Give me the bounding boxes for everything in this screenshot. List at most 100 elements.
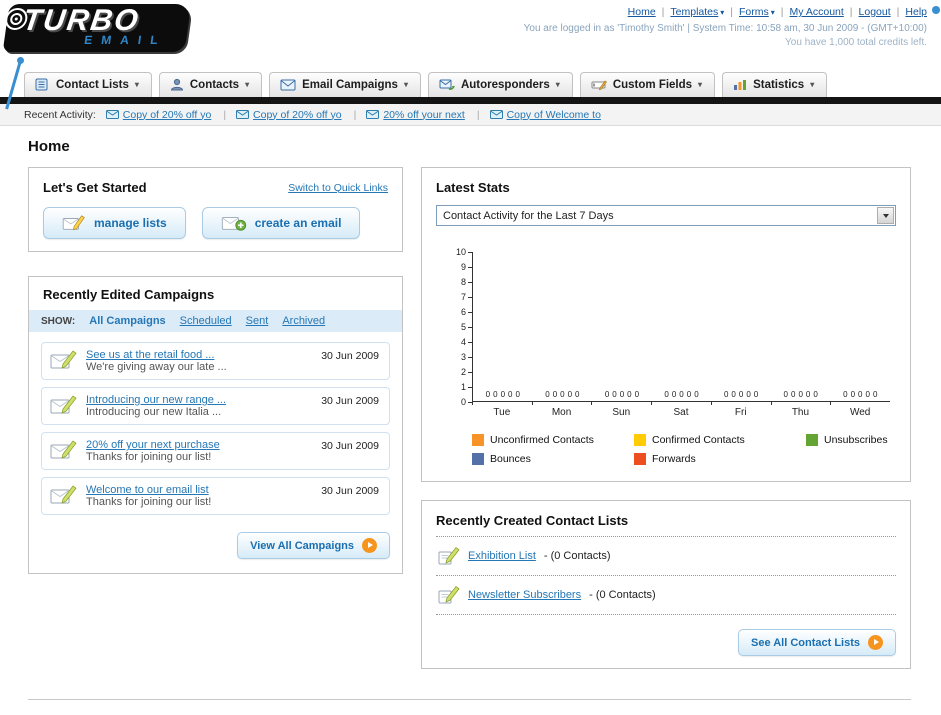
link-forms[interactable]: Forms — [739, 6, 769, 18]
switch-to-quick-links[interactable]: Switch to Quick Links — [288, 182, 388, 194]
top-header: TURBO EMAIL Home Templates ▾ Forms ▾ My Accou… — [0, 0, 941, 110]
filter-scheduled[interactable]: Scheduled — [180, 315, 232, 327]
tab-custom-fields[interactable]: Custom Fields ▾ — [579, 72, 716, 97]
campaign-title-link[interactable]: See us at the retail food ... — [86, 349, 227, 361]
bar-value-group: 00000 — [604, 390, 640, 399]
turbo-email-logo[interactable]: TURBO EMAIL — [2, 4, 192, 110]
contact-list-row: Newsletter Subscribers - (0 Contacts) — [436, 576, 896, 615]
campaign-subtitle: We're giving away our late ... — [86, 361, 227, 373]
pencil-envelope-icon — [62, 214, 86, 232]
tab-autoresponders[interactable]: Autoresponders ▾ — [427, 72, 573, 97]
separator — [891, 6, 906, 18]
campaign-date: 30 Jun 2009 — [321, 350, 379, 362]
stats-period-value: Contact Activity for the Last 7 Days — [443, 209, 614, 222]
view-all-campaigns-label: View All Campaigns — [250, 539, 354, 552]
campaign-subtitle: Thanks for joining our list! — [86, 496, 212, 508]
filter-all-campaigns[interactable]: All Campaigns — [89, 315, 165, 327]
contact-list-link[interactable]: Exhibition List — [468, 550, 536, 562]
pencil-list-icon — [438, 546, 460, 566]
bar-value-group: 00000 — [545, 390, 580, 399]
legend-swatch — [634, 434, 646, 446]
x-axis-label: Fri — [710, 402, 771, 418]
tab-label: Email Campaigns — [302, 78, 398, 91]
chart-x-labels: Tue Mon Sun Sat Fri Thu Wed — [472, 402, 890, 418]
envelope-icon — [105, 110, 119, 119]
bar-value-group: 00000 — [485, 390, 520, 399]
y-axis-tick: 0 — [461, 397, 472, 407]
recent-activity-item: Copy of 20% off yo — [105, 109, 226, 121]
y-axis-tick: 7 — [461, 292, 472, 302]
recent-activity-link[interactable]: 20% off your next — [383, 109, 465, 121]
legend-label: Unsubscribes — [824, 434, 888, 446]
campaign-title-link[interactable]: Introducing our new range ... — [86, 394, 226, 406]
tab-label: Custom Fields — [612, 78, 693, 91]
show-label: SHOW: — [41, 315, 76, 327]
tab-email-campaigns[interactable]: Email Campaigns ▾ — [269, 72, 421, 97]
y-axis-tick: 8 — [461, 277, 472, 287]
envelope-icon — [236, 110, 250, 119]
tab-contacts[interactable]: Contacts ▾ — [158, 72, 263, 97]
contact-list-link[interactable]: Newsletter Subscribers — [468, 589, 581, 601]
y-axis-tick: 10 — [456, 247, 472, 257]
x-axis-label: Sun — [591, 402, 651, 418]
see-all-contact-lists-button[interactable]: See All Contact Lists — [737, 629, 896, 656]
link-home[interactable]: Home — [628, 6, 656, 18]
stats-period-select[interactable]: Contact Activity for the Last 7 Days — [436, 205, 896, 226]
manage-lists-label: manage lists — [94, 216, 167, 230]
envelope-icon — [489, 110, 503, 119]
separator — [656, 6, 671, 18]
y-axis-tick: 5 — [461, 322, 472, 332]
arrow-right-icon — [362, 538, 377, 553]
login-status-text: You are logged in as 'Timothy Smith' | S… — [523, 23, 927, 34]
recent-campaigns-title: Recently Edited Campaigns — [43, 287, 215, 302]
separator — [346, 109, 357, 121]
corner-dot-decoration — [932, 6, 940, 14]
filter-sent[interactable]: Sent — [246, 315, 269, 327]
legend-swatch — [472, 453, 484, 465]
recent-campaigns-panel: Recently Edited Campaigns SHOW: All Camp… — [28, 276, 403, 574]
x-axis-label: Wed — [830, 402, 890, 418]
create-email-button[interactable]: create an email — [201, 207, 361, 239]
manage-lists-button[interactable]: manage lists — [43, 207, 186, 239]
campaign-row: 20% off your next purchase Thanks for jo… — [41, 432, 390, 470]
legend-label: Confirmed Contacts — [652, 434, 745, 446]
legend-swatch — [634, 453, 646, 465]
campaign-filter-bar: SHOW: All Campaigns Scheduled Sent Archi… — [29, 310, 402, 332]
legend-item-unsubscribes: Unsubscribes — [806, 434, 896, 446]
campaign-subtitle: Introducing our new Italia ... — [86, 406, 222, 418]
custom-fields-icon — [591, 79, 607, 91]
get-started-title: Let's Get Started — [43, 180, 147, 195]
tab-contact-lists[interactable]: Contact Lists ▾ — [24, 72, 152, 97]
tab-statistics[interactable]: Statistics ▾ — [722, 72, 828, 97]
campaign-title-link[interactable]: Welcome to our email list — [86, 484, 211, 496]
campaign-envelope-pencil-icon — [50, 349, 78, 373]
envelope-plus-icon — [221, 214, 247, 232]
recent-activity-link[interactable]: Copy of 20% off yo — [253, 109, 342, 121]
logo-box: TURBO EMAIL — [2, 4, 192, 53]
recent-activity-item: 20% off your next — [366, 109, 479, 121]
campaign-row: See us at the retail food ... We're givi… — [41, 342, 390, 380]
contact-activity-chart: 10 9 8 7 6 5 4 3 2 1 0 000000000000000000000000000… — [446, 247, 890, 418]
campaign-date: 30 Jun 2009 — [321, 485, 379, 497]
link-logout[interactable]: Logout — [859, 6, 891, 18]
recent-activity-link[interactable]: Copy of Welcome to — [507, 109, 601, 121]
view-all-campaigns-button[interactable]: View All Campaigns — [237, 532, 390, 559]
filter-archived[interactable]: Archived — [282, 315, 325, 327]
campaign-date: 30 Jun 2009 — [321, 395, 379, 407]
top-utility-nav: HomeTemplates▾Forms▾My AccountLogoutHelp — [524, 6, 927, 18]
contact-lists-icon — [35, 78, 50, 91]
bar-value-group: 00000 — [723, 390, 759, 399]
link-my-account[interactable]: My Account — [790, 6, 844, 18]
campaign-date: 30 Jun 2009 — [321, 440, 379, 452]
chart-plot-area: 00000 00000 00000 00000 00000 00000 00000 — [472, 252, 890, 402]
link-help[interactable]: Help — [905, 6, 927, 18]
link-templates[interactable]: Templates — [670, 6, 718, 18]
campaign-title-link[interactable]: 20% off your next purchase — [86, 439, 220, 451]
recent-activity-link[interactable]: Copy of 20% off yo — [123, 109, 212, 121]
contact-list-detail: - (0 Contacts) — [589, 589, 656, 601]
recent-activity-item: Copy of 20% off yo — [236, 109, 356, 121]
separator — [215, 109, 226, 121]
chart-zero-values: 00000 00000 00000 00000 00000 00000 00000 — [473, 390, 890, 399]
separator — [724, 6, 739, 18]
legend-item-bounces: Bounces — [472, 453, 634, 465]
